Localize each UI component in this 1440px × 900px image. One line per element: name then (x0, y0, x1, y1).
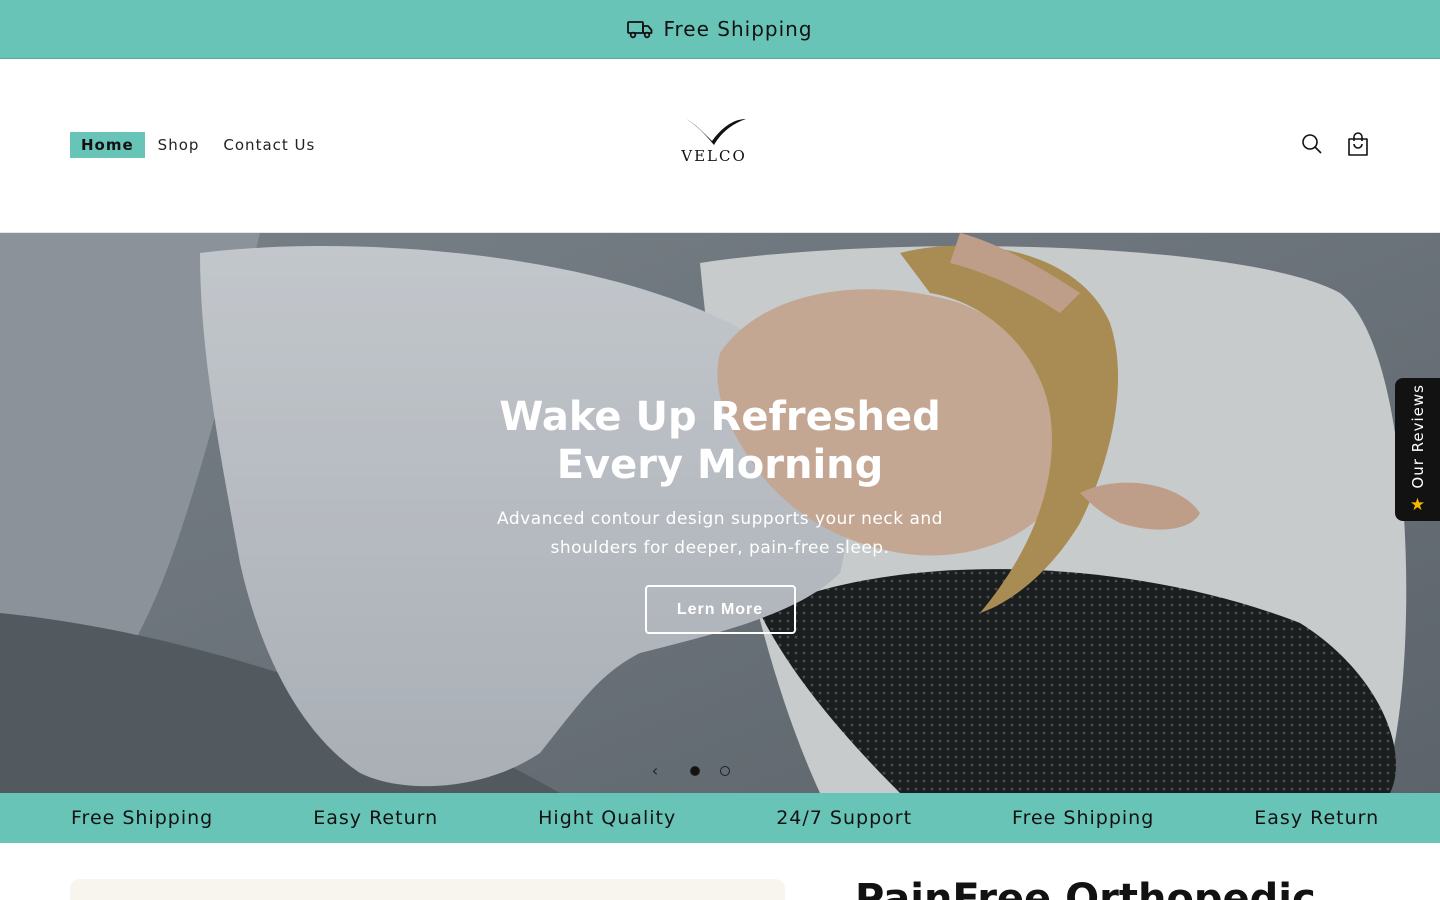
announcement-bar: Free Shipping (0, 0, 1440, 59)
star-icon: ★ (1409, 494, 1426, 515)
hero-banner: Wake Up Refreshed Every Morning Advanced… (0, 233, 1440, 793)
marquee-item: Free Shipping (71, 807, 214, 829)
nav-item-shop[interactable]: Shop (147, 132, 211, 158)
product-image-gallery[interactable] (70, 879, 785, 900)
main-nav: Home Shop Contact Us (70, 132, 328, 158)
site-header: Home Shop Contact Us VELCO (0, 59, 1440, 233)
marquee-track: Free Shipping Easy Return Hight Quality … (71, 793, 1440, 843)
search-icon[interactable] (1300, 131, 1324, 157)
hero-title-line-1: Wake Up Refreshed (499, 394, 941, 440)
hero-subtitle: Advanced contour design supports your ne… (470, 505, 970, 563)
brand-logo[interactable]: VELCO (676, 117, 752, 165)
hero-title: Wake Up Refreshed Every Morning (470, 393, 970, 489)
marquee-item: 24/7 Support (776, 807, 913, 829)
slider-controls: ‹ (640, 761, 730, 781)
marquee-item: Easy Return (313, 807, 439, 829)
shopping-bag-icon[interactable] (1346, 131, 1370, 157)
logo-mark-icon (686, 119, 746, 145)
learn-more-button[interactable]: Lern More (644, 585, 796, 634)
nav-item-home[interactable]: Home (70, 132, 145, 158)
hero-content: Wake Up Refreshed Every Morning Advanced… (470, 393, 970, 634)
header-actions (1300, 131, 1370, 157)
chevron-left-icon[interactable]: ‹ (640, 761, 670, 781)
slide-dot-2[interactable] (720, 766, 730, 776)
announcement-text: Free Shipping (663, 17, 813, 41)
marquee-item: Free Shipping (1012, 807, 1155, 829)
features-marquee: Free Shipping Easy Return Hight Quality … (0, 793, 1440, 843)
slide-dot-1[interactable] (690, 766, 700, 776)
truck-icon (627, 19, 653, 39)
product-title: PainFree Orthopedic (855, 876, 1316, 900)
nav-item-contact-us[interactable]: Contact Us (212, 132, 326, 158)
hero-title-line-2: Every Morning (556, 442, 884, 488)
marquee-item: Hight Quality (538, 807, 677, 829)
hero-subtitle-line-2: shoulders for deeper, pain-free sleep. (550, 538, 890, 558)
logo-text: VELCO (681, 147, 747, 165)
our-reviews-tab[interactable]: Our Reviews ★ (1395, 378, 1440, 521)
hero-subtitle-line-1: Advanced contour design supports your ne… (497, 509, 943, 529)
marquee-item: Easy Return (1254, 807, 1380, 829)
reviews-tab-label: Our Reviews (1408, 384, 1427, 489)
